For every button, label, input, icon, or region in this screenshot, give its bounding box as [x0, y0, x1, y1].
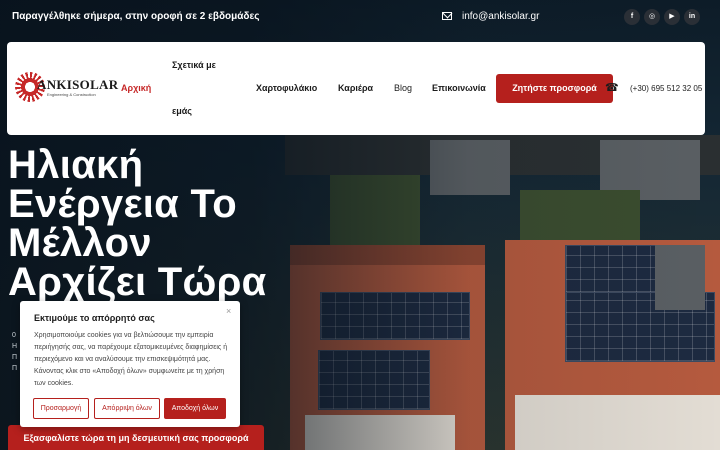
mail-icon [442, 12, 452, 20]
phone-icon: ☎ [605, 82, 619, 94]
logo-subtext: Engineering & Construction [47, 92, 96, 97]
headline-line: Ενέργεια Το [8, 182, 237, 226]
hero-body-partial: 0 Η Π Π [12, 330, 17, 374]
top-bar: Παραγγέλθηκε σήμερα, στην οροφή σε 2 εβδ… [0, 0, 720, 36]
hero-body-fragment: Π [12, 365, 18, 372]
cookie-title: Εκτιμούμε το απόρρητό σας [34, 313, 155, 323]
headline-line: Μέλλον [8, 221, 152, 265]
hero-headline: Ηλιακή Ενέργεια Το Μέλλον Αρχίζει Τώρα [8, 143, 308, 304]
announcement-text: Παραγγέλθηκε σήμερα, στην οροφή σε 2 εβδ… [12, 11, 260, 22]
close-icon[interactable]: × [226, 306, 231, 316]
cookie-customize-button[interactable]: Προσαρμογή [33, 398, 89, 419]
nav-home[interactable]: Αρχική [121, 83, 151, 93]
hero-body-fragment: Π [12, 354, 18, 361]
nav-careers[interactable]: Καριέρα [338, 83, 373, 93]
nav-blog[interactable]: Blog [394, 83, 412, 93]
headline-line: Ηλιακή [8, 143, 144, 187]
phone-number[interactable]: (+30) 695 512 32 05 [630, 84, 702, 93]
cookie-body: Χρησιμοποιούμε cookies για να βελτιώσουμ… [34, 332, 228, 387]
request-quote-button[interactable]: Ζητήστε προσφορά [496, 74, 613, 103]
nav-contact[interactable]: Επικοινωνία [432, 83, 486, 93]
hero-body-fragment: 0 [12, 332, 16, 339]
linkedin-icon[interactable]: in [684, 9, 700, 25]
headline-line: Αρχίζει Τώρα [8, 260, 267, 304]
secure-quote-button[interactable]: Εξασφαλίστε τώρα τη μη δεσμευτική σας πρ… [8, 425, 264, 450]
nav-about-line1[interactable]: Σχετικά με [172, 60, 216, 70]
instagram-icon[interactable]: ◎ [644, 9, 660, 25]
nav-about-line2[interactable]: εμάς [172, 106, 192, 116]
email-link[interactable]: info@ankisolar.gr [462, 11, 539, 22]
site-logo[interactable]: ANKISOLAR Engineering & Construction [15, 72, 118, 104]
cookie-consent-banner: Εκτιμούμε το απόρρητό σας × Χρησιμοποιού… [20, 301, 240, 427]
facebook-icon[interactable]: f [624, 9, 640, 25]
cookie-reject-button[interactable]: Απόρριψη όλων [94, 398, 160, 419]
nav-portfolio[interactable]: Χαρτοφυλάκιο [256, 83, 317, 93]
logo-text: ANKISOLAR [37, 77, 119, 92]
site-header: ANKISOLAR Engineering & Construction Αρχ… [7, 42, 705, 135]
hero-body-fragment: Η [12, 343, 18, 350]
youtube-icon[interactable]: ▶ [664, 9, 680, 25]
cookie-accept-button[interactable]: Αποδοχή όλων [164, 398, 226, 419]
